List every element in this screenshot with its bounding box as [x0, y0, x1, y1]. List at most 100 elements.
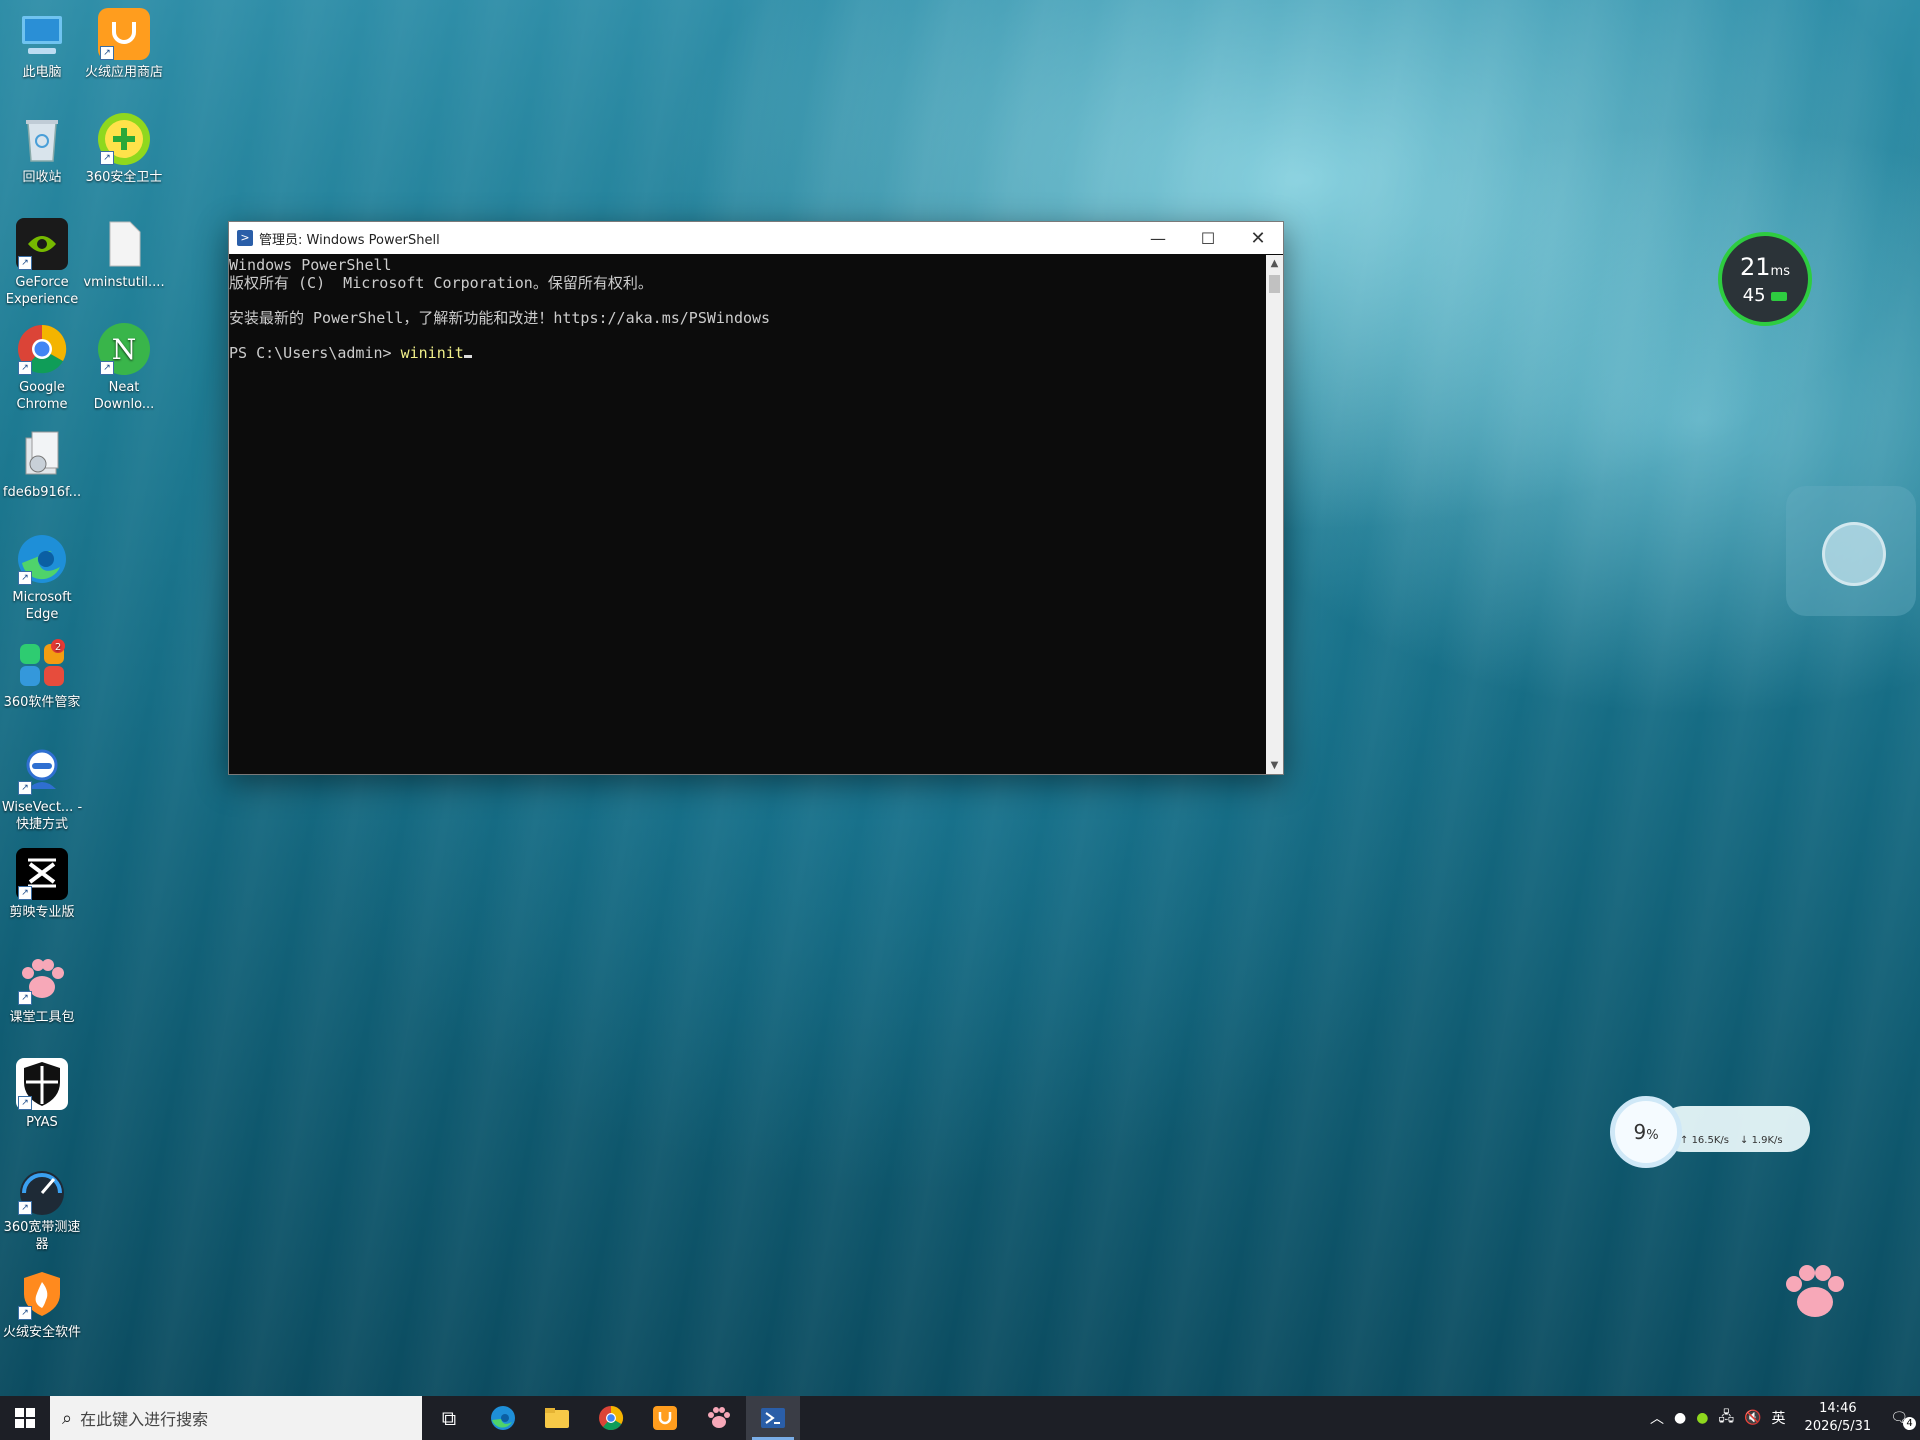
desktop-icon-fde6b916f[interactable]: fde6b916f...	[0, 428, 84, 501]
desktop-icon-classroom-tools[interactable]: ↗ 课堂工具包	[0, 953, 84, 1026]
system-tray: ︿ ● ● 🖧 🔇 英 14:46 2026/5/31 🗨 4	[1645, 1396, 1920, 1440]
desktop-pet-paw-icon[interactable]	[1782, 1262, 1848, 1322]
terminal-line: Windows PowerShell	[229, 256, 392, 274]
scrollbar-thumb[interactable]	[1269, 275, 1280, 293]
desktop-icon-label: 火绒应用商店	[84, 65, 163, 80]
task-view-button[interactable]: ⧉	[422, 1396, 476, 1440]
network-icon[interactable]: 🖧	[1718, 1406, 1734, 1430]
upload-speed-value: 16.5K/s	[1691, 1135, 1729, 1146]
paw-icon	[708, 1407, 730, 1428]
terminal-prompt-line[interactable]: PS C:\Users\admin> wininit	[229, 344, 1266, 363]
desktop-icon-pyas[interactable]: ↗ PYAS	[0, 1058, 84, 1131]
terminal-line: 安装最新的 PowerShell，了解新功能和改进！https://aka.ms…	[229, 308, 771, 327]
svg-text:2: 2	[55, 642, 61, 653]
taskbar-classroom-tools[interactable]	[692, 1396, 746, 1440]
show-hidden-icons-chevron-icon[interactable]: ︿	[1650, 1408, 1664, 1428]
desktop-icon-label: 360安全卫士	[85, 170, 163, 185]
taskbar-huorong-store[interactable]	[638, 1396, 692, 1440]
powershell-icon	[761, 1408, 785, 1428]
minimize-button[interactable]: —	[1133, 222, 1183, 254]
desktop-icon-360-software-manager[interactable]: 2 360软件管家	[0, 638, 84, 711]
shortcut-arrow-icon: ↗	[100, 46, 114, 60]
taskbar-search-box[interactable]: ⌕ 在此键入进行搜索	[50, 1396, 422, 1440]
desktop-icon-label: 此电脑	[22, 65, 62, 80]
desktop-icon-capcut[interactable]: ↗ 剪映专业版	[0, 848, 84, 921]
task-view-icon: ⧉	[441, 1406, 457, 1430]
desktop-icon-label: vminstutil....	[83, 275, 165, 290]
computer-icon	[16, 8, 68, 60]
file-icon	[98, 218, 150, 270]
taskbar-edge[interactable]	[476, 1396, 530, 1440]
close-button[interactable]: ✕	[1233, 222, 1283, 254]
desktop-icon-label: Neat Downlo...	[93, 380, 155, 412]
desktop-icon-360-security[interactable]: ↗ 360安全卫士	[82, 113, 166, 186]
desktop-icon-huorong[interactable]: ↗ 火绒安全软件	[0, 1268, 84, 1341]
desktop-icon-360-speedtest[interactable]: ↗ 360宽带测速器	[0, 1163, 84, 1253]
360-tray-icon[interactable]: ●	[1696, 1410, 1708, 1426]
taskbar-clock[interactable]: 14:46 2026/5/31	[1805, 1400, 1872, 1436]
latency-fps-widget[interactable]: 21ms 45	[1718, 232, 1812, 326]
taskbar-file-explorer[interactable]	[530, 1396, 584, 1440]
assistive-dot-icon	[1822, 522, 1886, 586]
cpu-usage-gauge: 9%	[1610, 1096, 1682, 1168]
terminal-output[interactable]: Windows PowerShell 版权所有 (C) Microsoft Cor…	[229, 255, 1266, 774]
network-speed-widget[interactable]: ↑ 16.5K/s ↓ 1.9K/s 9%	[1610, 1096, 1810, 1168]
capcut-icon: ↗	[16, 848, 68, 900]
clock-time: 14:46	[1819, 1401, 1857, 1416]
desktop-icon-edge[interactable]: ↗ Microsoft Edge	[0, 533, 84, 623]
wisevector-tray-icon[interactable]: ●	[1674, 1410, 1686, 1426]
powershell-icon: >	[237, 230, 253, 246]
neat-download-icon: N ↗	[98, 323, 150, 375]
command-input[interactable]: wininit	[401, 344, 464, 362]
desktop-icon-label: Google Chrome	[16, 380, 68, 412]
taskbar: ⌕ 在此键入进行搜索 ⧉ ︿ ● ● 🖧 🔇 英 14:46 2026/5/31…	[0, 1396, 1920, 1440]
wisevector-icon: ↗	[16, 743, 68, 795]
chrome-icon	[599, 1406, 624, 1431]
scroll-up-arrow-icon[interactable]: ▲	[1266, 255, 1283, 272]
flame-icon: ↗	[16, 1268, 68, 1320]
download-speed: ↓ 1.9K/s	[1740, 1135, 1783, 1146]
vertical-scrollbar[interactable]: ▲ ▼	[1266, 255, 1283, 774]
desktop-icon-wisevector[interactable]: ↗ WiseVect... - 快捷方式	[0, 743, 84, 833]
desktop-icon-label: 火绒安全软件	[2, 1325, 81, 1340]
paw-icon: ↗	[16, 953, 68, 1005]
powershell-window[interactable]: > 管理员: Windows PowerShell — ☐ ✕ Windows …	[228, 221, 1284, 775]
window-titlebar[interactable]: > 管理员: Windows PowerShell — ☐ ✕	[229, 222, 1283, 254]
360-software-manager-icon: 2	[16, 638, 68, 690]
notification-center-icon[interactable]: 🗨 4	[1890, 1410, 1916, 1430]
desktop-icon-label: 360宽带测速器	[3, 1220, 81, 1252]
desktop-icon-label: fde6b916f...	[2, 485, 82, 500]
window-title: 管理员: Windows PowerShell	[259, 232, 440, 248]
taskbar-powershell[interactable]	[746, 1396, 800, 1440]
shield-icon: ↗	[16, 1058, 68, 1110]
edge-icon: ↗	[16, 533, 68, 585]
latency-value: 21	[1740, 253, 1771, 281]
volume-muted-icon[interactable]: 🔇	[1744, 1410, 1761, 1426]
desktop-icon-label: GeForce Experience	[5, 275, 79, 307]
floating-assistive-button[interactable]	[1786, 486, 1916, 616]
terminal-line: 版权所有 (C) Microsoft Corporation。保留所有权利。	[229, 273, 653, 292]
desktop-icon-label: WiseVect... - 快捷方式	[1, 800, 83, 832]
input-language-indicator[interactable]: 英	[1772, 1408, 1786, 1428]
desktop-icon-this-pc[interactable]: 此电脑	[0, 8, 84, 81]
desktop-icon-recycle-bin[interactable]: 回收站	[0, 113, 84, 186]
maximize-button[interactable]: ☐	[1183, 222, 1233, 254]
desktop-icon-chrome[interactable]: ↗ Google Chrome	[0, 323, 84, 413]
start-button[interactable]	[0, 1396, 50, 1440]
fps-value: 45	[1742, 285, 1766, 306]
desktop-icon-vminstutil[interactable]: vminstutil....	[82, 218, 166, 291]
recycle-bin-icon	[16, 113, 68, 165]
desktop-icon-geforce[interactable]: ↗ GeForce Experience	[0, 218, 84, 308]
shortcut-arrow-icon: ↗	[18, 1201, 32, 1215]
shortcut-arrow-icon: ↗	[18, 1096, 32, 1110]
desktop-icon-huorong-store[interactable]: ↗ 火绒应用商店	[82, 8, 166, 81]
latency-unit: ms	[1770, 264, 1790, 279]
desktop-icon-neat-download[interactable]: N ↗ Neat Downlo...	[82, 323, 166, 413]
installer-icon	[16, 428, 68, 480]
scroll-down-arrow-icon[interactable]: ▼	[1266, 757, 1283, 774]
shortcut-arrow-icon: ↗	[18, 1306, 32, 1320]
taskbar-chrome[interactable]	[584, 1396, 638, 1440]
cpu-usage-value: 9	[1633, 1120, 1647, 1144]
search-icon: ⌕	[62, 1407, 73, 1429]
